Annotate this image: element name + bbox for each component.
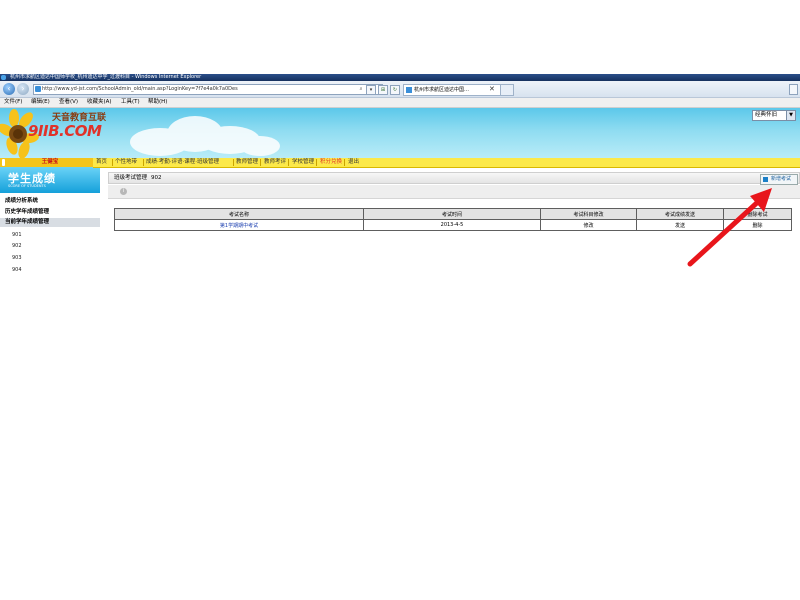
nav-separator [143,159,144,166]
back-icon[interactable]: ‹ [3,83,15,95]
side-item-history[interactable]: 历史学年成绩管理 [5,207,49,215]
side-item-analysis[interactable]: 成绩分析系统 [5,196,38,204]
nav-school[interactable]: 学校管理 [292,158,314,167]
address-url: http://www.yd-jst.com/SchoolAdmin_old/ma… [42,86,238,92]
address-input[interactable]: http://www.yd-jst.com/SchoolAdmin_old/ma… [33,84,383,95]
tab-title: 杭州市求航区迪达中国… [414,87,470,93]
nav-separator [233,159,234,166]
panel-heading-en: SCORE OF STUDENTS [8,184,46,188]
ie-icon [1,75,6,80]
style-select-value: 经典怀旧 [755,112,778,118]
cloud-decoration [130,116,280,156]
user-name: 王健宝 [41,159,59,165]
menu-favorites[interactable]: 收藏夹(A) [87,98,112,107]
nav-separator [288,159,289,166]
class-item-903[interactable]: 903 [12,255,22,261]
class-item-902[interactable]: 902 [12,243,22,249]
nav-teachers[interactable]: 教师管理 [236,158,258,167]
class-item-901[interactable]: 901 [12,232,22,238]
class-item-904[interactable]: 904 [12,267,22,273]
forward-icon[interactable]: › [17,83,29,95]
style-select[interactable]: 经典怀旧 ▼ [752,110,796,121]
bar-left-marker [2,159,5,166]
tab-close-icon[interactable]: ✕ [489,84,495,94]
exam-time: 2013-4-5 [363,219,541,231]
info-icon[interactable]: i [120,188,127,195]
window-title-bar: 杭州市求航区迪达中国师学校_杭州迪达中学_过渡科目 - Windows Inte… [0,74,800,81]
menu-tools[interactable]: 工具(T) [121,98,140,107]
nav-points[interactable]: 积分兑换 [320,158,342,167]
menu-edit[interactable]: 编辑(E) [31,98,50,107]
site-banner: 天音教育互联 9IIB.COM 经典怀旧 ▼ [0,108,800,158]
new-tab-button[interactable] [500,84,514,96]
nav-home[interactable]: 首页 [96,158,107,167]
side-item-current[interactable]: 当前学年成绩管理 [0,218,100,227]
edit-subject-link[interactable]: 修改 [540,219,637,231]
section-title: 班级考试管理 [114,175,148,181]
nav-separator [260,159,261,166]
window-title: 杭州市求航区迪达中国师学校_杭州迪达中学_过渡科目 - Windows Inte… [10,74,202,80]
chevron-down-icon[interactable]: ▼ [786,111,795,120]
section-class-code: 902 [151,175,162,181]
annotation-arrow [687,188,772,267]
nav-logout[interactable]: 退出 [348,158,359,167]
left-panel-header: 学生成绩 SCORE OF STUDENTS [0,167,100,193]
site-logo[interactable]: 9IIB.COM [28,122,102,140]
address-toolbar: ‹ › http://www.yd-jst.com/SchoolAdmin_ol… [0,81,800,98]
top-nav: 首页 个性地带 成绩·考勤·评语·课程·班级管理 教师管理 教师考评 学校管理 … [93,158,800,168]
nav-separator [112,159,113,166]
nav-separator [344,159,345,166]
col-exam-name: 考试名称 [114,208,364,220]
nav-teacher-eval[interactable]: 教师考评 [264,158,286,167]
exam-name-link[interactable]: 第1学期期中考试 [114,219,364,231]
search-dropdown-icon[interactable]: ⌕ [357,85,365,93]
nav-personal[interactable]: 个性地带 [115,158,137,167]
nav-scores[interactable]: 成绩·考勤·评语·课程·班级管理 [146,158,219,167]
refresh-icon[interactable]: ↻ [390,85,400,95]
nav-separator [316,159,317,166]
menu-view[interactable]: 查看(V) [59,98,78,107]
compatibility-icon[interactable]: ⊞ [378,85,388,95]
address-dropdown-icon[interactable]: ▾ [366,85,376,95]
window-edge-button[interactable] [789,84,798,95]
tab-page-icon [406,87,412,93]
menu-bar: 文件(F) 编辑(E) 查看(V) 收藏夹(A) 工具(T) 帮助(H) [0,98,800,108]
col-exam-time: 考试时间 [363,208,541,220]
menu-help[interactable]: 帮助(H) [148,98,167,107]
page-icon [35,86,41,92]
menu-file[interactable]: 文件(F) [4,98,22,107]
col-subject-edit: 考试科目修改 [540,208,637,220]
